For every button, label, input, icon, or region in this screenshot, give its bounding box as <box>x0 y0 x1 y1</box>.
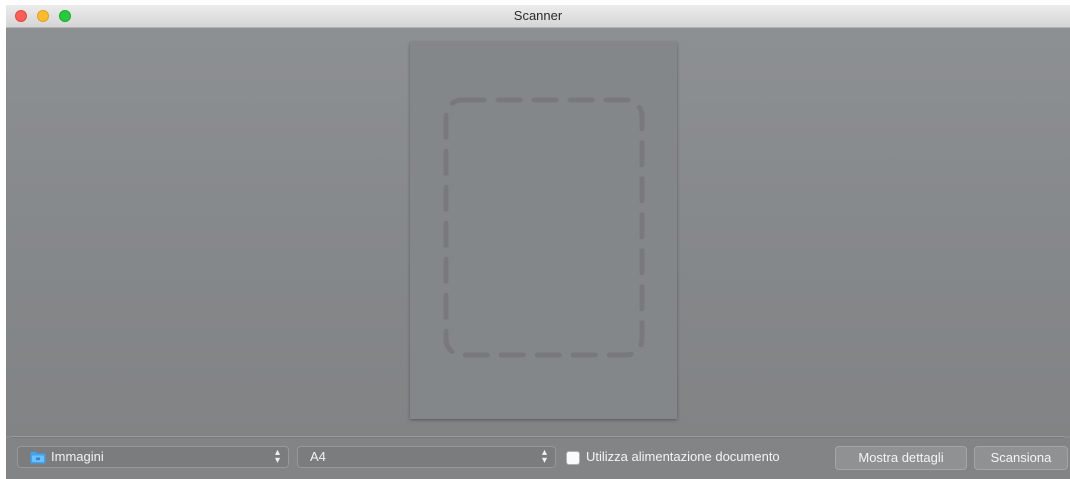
document-outline-icon <box>443 97 645 358</box>
document-feeder-checkbox[interactable] <box>566 451 580 465</box>
folder-icon <box>30 451 46 464</box>
bottom-toolbar: Immagini ▴ ▾ A4 ▴ ▾ Utilizza alimentazione… <box>6 438 1070 479</box>
destination-select[interactable]: Immagini ▴ ▾ <box>17 446 289 468</box>
size-value: A4 <box>310 449 326 464</box>
updown-chevron-icon: ▴ ▾ <box>541 447 547 466</box>
size-select[interactable]: A4 ▴ ▾ <box>297 446 556 468</box>
scan-page-placeholder <box>410 42 677 419</box>
window-title: Scanner <box>513 8 563 23</box>
document-feeder-label: Utilizza alimentazione documento <box>586 449 780 464</box>
scan-preview-area[interactable] <box>6 28 1070 436</box>
scanner-window: Scanner Immagini ▴ ▾ A4 ▴ ▾ Utilizza alime… <box>6 5 1070 479</box>
scan-button[interactable]: Scansiona <box>974 446 1068 470</box>
updown-chevron-icon: ▴ ▾ <box>274 447 280 466</box>
show-details-button[interactable]: Mostra dettagli <box>835 446 967 470</box>
title-bar[interactable]: Scanner <box>6 5 1070 28</box>
destination-value: Immagini <box>51 449 104 464</box>
